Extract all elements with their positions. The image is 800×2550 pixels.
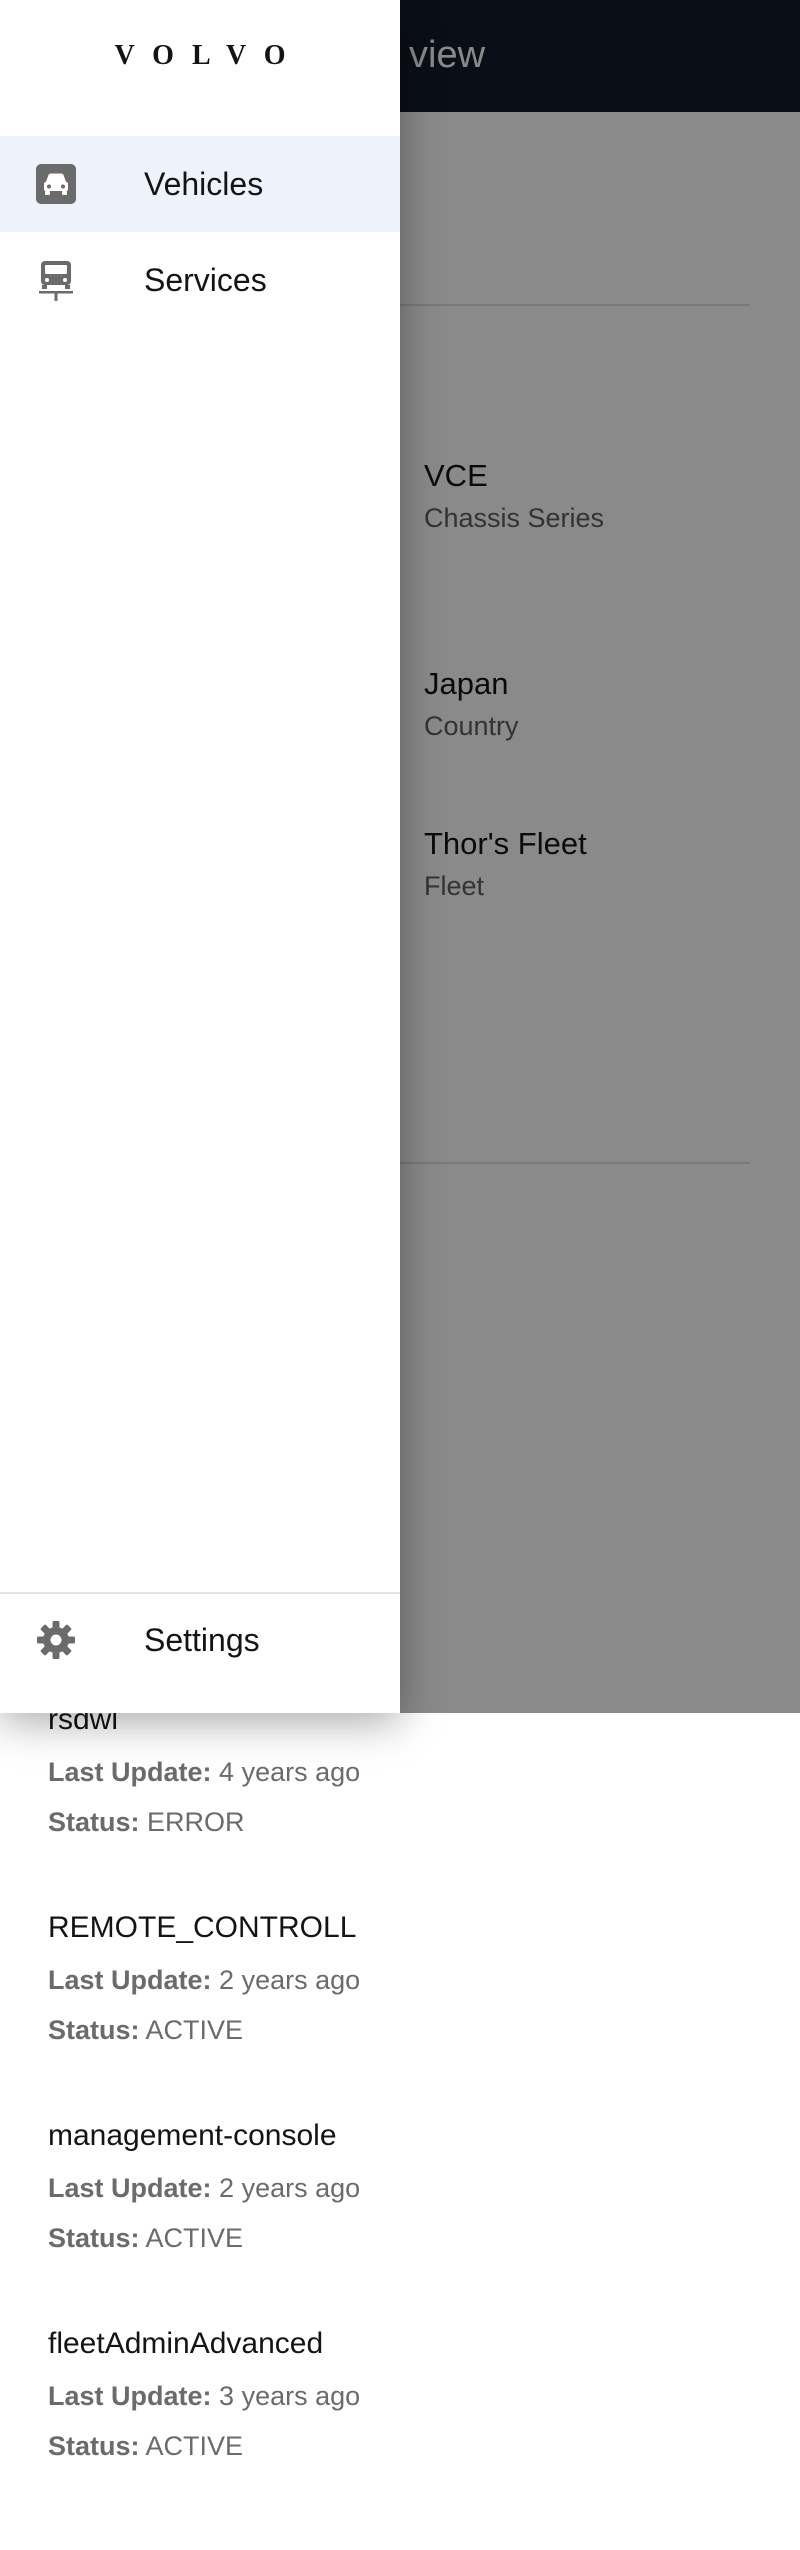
service-last-update: Last Update: 2 years ago — [48, 1962, 748, 1998]
volvo-logo: VOLVO — [114, 40, 304, 71]
last-update-label: Last Update: — [48, 1757, 212, 1787]
list-item[interactable]: fleetAdminAdvanced Last Update: 3 years … — [48, 2324, 748, 2532]
status-value: ACTIVE — [145, 2015, 244, 2045]
service-name: fleetAdminAdvanced — [48, 2327, 324, 2360]
last-update-label: Last Update: — [48, 1965, 212, 1995]
nav-item-label: Settings — [144, 1622, 260, 1658]
car-icon — [36, 164, 76, 204]
list-item[interactable]: REMOTE_CONTROLL Last Update: 2 years ago… — [48, 1908, 748, 2116]
service-last-update: Last Update: 4 years ago — [48, 1754, 748, 1790]
last-update-label: Last Update: — [48, 2381, 212, 2411]
service-status: Status: ERROR — [48, 1804, 748, 1840]
last-update-value: 2 years ago — [219, 2173, 361, 2203]
nav-item-vehicles[interactable]: Vehicles — [0, 136, 400, 232]
service-last-update: Last Update: 3 years ago — [48, 2378, 748, 2414]
nav-item-settings[interactable]: Settings — [0, 1592, 400, 1688]
navigation-drawer: VOLVO Vehicles Services Settings — [0, 0, 400, 1713]
status-label: Status: — [48, 2015, 140, 2045]
service-status: Status: ACTIVE — [48, 2428, 748, 2464]
status-value: ERROR — [147, 1807, 245, 1837]
service-status: Status: ACTIVE — [48, 2012, 748, 2048]
nav-item-services[interactable]: Services — [0, 232, 400, 328]
status-label: Status: — [48, 1807, 140, 1837]
gear-icon — [37, 1621, 75, 1659]
list-item[interactable]: management-console Last Update: 2 years … — [48, 2116, 748, 2324]
status-value: ACTIVE — [145, 2223, 244, 2253]
service-last-update: Last Update: 2 years ago — [48, 2170, 748, 2206]
last-update-value: 2 years ago — [219, 1965, 361, 1995]
last-update-label: Last Update: — [48, 2173, 212, 2203]
status-label: Status: — [48, 2431, 140, 2461]
last-update-value: 3 years ago — [219, 2381, 361, 2411]
list-item[interactable]: rsdwl Last Update: 4 years ago Status: E… — [48, 1700, 748, 1908]
service-name: management-console — [48, 2119, 337, 2152]
nav-item-label: Vehicles — [144, 166, 264, 202]
status-label: Status: — [48, 2223, 140, 2253]
bus-stop-icon — [39, 261, 73, 301]
service-status: Status: ACTIVE — [48, 2220, 748, 2256]
status-value: ACTIVE — [145, 2431, 244, 2461]
last-update-value: 4 years ago — [219, 1757, 361, 1787]
services-list: rsdwl Last Update: 4 years ago Status: E… — [48, 1700, 748, 2532]
service-name: REMOTE_CONTROLL — [48, 1911, 357, 1944]
nav-item-label: Services — [144, 262, 267, 298]
